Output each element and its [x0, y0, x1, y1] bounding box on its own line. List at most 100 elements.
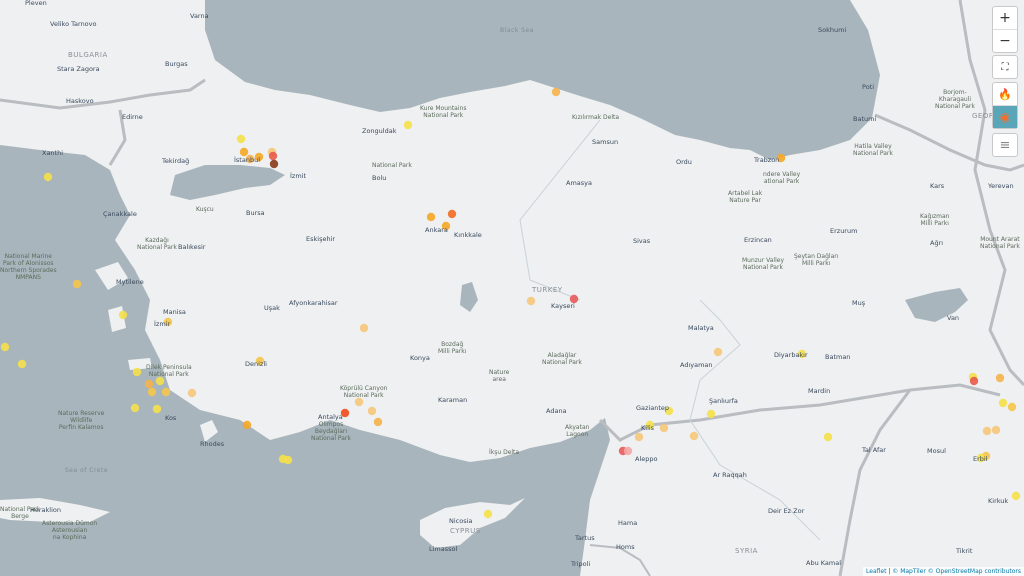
- fire-point[interactable]: [706, 409, 716, 419]
- city-label: Erbil: [973, 455, 988, 463]
- zoom-control: + −: [992, 6, 1018, 53]
- fire-point[interactable]: [823, 432, 833, 442]
- fire-point[interactable]: [147, 387, 157, 397]
- fire-point[interactable]: [144, 379, 154, 389]
- fire-point[interactable]: [403, 120, 413, 130]
- fire-point[interactable]: [359, 323, 369, 333]
- city-label: Antalya: [318, 413, 343, 421]
- city-label: Konya: [410, 354, 430, 362]
- fire-point[interactable]: [268, 151, 278, 161]
- fire-point[interactable]: [239, 147, 249, 157]
- fire-point[interactable]: [634, 432, 644, 442]
- osm-link[interactable]: © OpenStreetMap contributors: [928, 568, 1021, 575]
- city-label: Varna: [190, 12, 209, 20]
- park-label: Artabel Lak Nature Par: [728, 190, 763, 204]
- city-label: Haskovo: [66, 97, 94, 105]
- fire-point[interactable]: [242, 420, 252, 430]
- park-label: Kağızman Milli Parkı: [920, 213, 950, 227]
- fire-point[interactable]: [373, 417, 383, 427]
- city-label: Adıyaman: [680, 361, 713, 369]
- city-label: Abu Kamal: [806, 559, 842, 567]
- fire-point[interactable]: [155, 376, 165, 386]
- city-label: Sivas: [633, 237, 651, 245]
- fire-point[interactable]: [132, 367, 142, 377]
- hotspot-layer-button[interactable]: ◉: [993, 106, 1017, 128]
- fire-point[interactable]: [483, 509, 493, 519]
- fire-point[interactable]: [659, 423, 669, 433]
- fire-point[interactable]: [982, 426, 992, 436]
- city-label: Balıkesir: [178, 243, 206, 251]
- city-label: İzmir: [154, 320, 171, 328]
- country-label: SYRIA: [735, 547, 758, 555]
- city-label: Diyarbakır: [774, 351, 808, 359]
- fire-point[interactable]: [72, 279, 82, 289]
- fire-layer-button[interactable]: 🔥: [993, 83, 1017, 106]
- city-label: Çanakkale: [103, 210, 137, 218]
- leaflet-link[interactable]: Leaflet: [866, 568, 886, 575]
- fire-point[interactable]: [713, 347, 723, 357]
- layers-button[interactable]: ≡: [993, 134, 1017, 156]
- city-label: Pleven: [25, 0, 47, 7]
- city-label: Manisa: [163, 308, 186, 316]
- park-label: ndere Valley ational Park: [763, 171, 801, 185]
- fire-point[interactable]: [354, 397, 364, 407]
- city-label: Gaziantep: [636, 404, 670, 412]
- fire-point[interactable]: [152, 404, 162, 414]
- fire-point[interactable]: [118, 310, 128, 320]
- city-label: Sokhumi: [818, 26, 847, 34]
- park-label: Borjom- Kharagauli National Park: [935, 89, 975, 110]
- fire-point[interactable]: [623, 446, 633, 456]
- fire-point[interactable]: [236, 134, 246, 144]
- zoom-out-button[interactable]: −: [993, 30, 1017, 52]
- city-label: Ağrı: [930, 239, 944, 247]
- park-label: Asterousia Dûmon Asterousian na Kophina: [42, 520, 98, 541]
- city-label: Aleppo: [635, 455, 658, 463]
- fire-point[interactable]: [998, 398, 1008, 408]
- city-label: İzmit: [290, 172, 307, 180]
- park-label: Kuşcu: [196, 206, 214, 213]
- fire-point[interactable]: [1007, 402, 1017, 412]
- country-label: BULGARIA: [68, 51, 108, 59]
- city-label: Bursa: [246, 209, 265, 217]
- city-label: Poti: [862, 83, 875, 91]
- city-label: Uşak: [264, 304, 280, 312]
- zoom-in-button[interactable]: +: [993, 7, 1017, 30]
- fire-point[interactable]: [283, 455, 293, 465]
- fire-point[interactable]: [17, 359, 27, 369]
- park-label: Nature Reserve Wildlife Perfin Kalamos: [58, 410, 105, 431]
- fire-point[interactable]: [0, 342, 10, 352]
- fire-point[interactable]: [526, 296, 536, 306]
- park-label: Aladağlar National Park: [542, 352, 582, 366]
- fire-point[interactable]: [43, 172, 53, 182]
- city-label: Kars: [930, 182, 945, 190]
- park-label: Kure Mountains National Park: [420, 105, 467, 119]
- city-label: Ar Raqqah: [713, 471, 747, 479]
- city-label: Adana: [546, 407, 567, 415]
- layers-control: ≡: [992, 133, 1018, 157]
- fire-point[interactable]: [991, 425, 1001, 435]
- fire-point[interactable]: [447, 209, 457, 219]
- fullscreen-button[interactable]: ⛶: [993, 56, 1017, 78]
- fire-point[interactable]: [1011, 491, 1021, 501]
- city-label: Bolu: [372, 174, 387, 182]
- maptiler-link[interactable]: © MapTiler: [892, 568, 926, 575]
- city-label: Kirkuk: [988, 497, 1009, 505]
- fire-point[interactable]: [187, 388, 197, 398]
- fire-point[interactable]: [689, 431, 699, 441]
- park-label: Mount Ararat National Park: [980, 236, 1020, 250]
- fire-point[interactable]: [426, 212, 436, 222]
- fire-point[interactable]: [269, 159, 279, 169]
- park-label: Kazdağı National Park: [137, 237, 177, 251]
- fire-point[interactable]: [551, 87, 561, 97]
- attribution-bar: Leaflet | © MapTiler © OpenStreetMap con…: [863, 567, 1024, 576]
- city-label: Kilis: [641, 424, 655, 432]
- fire-point[interactable]: [130, 403, 140, 413]
- city-label: Hama: [618, 519, 638, 527]
- city-label: Mytilene: [116, 278, 144, 286]
- city-label: İstanbul: [234, 156, 261, 164]
- fire-point[interactable]: [367, 406, 377, 416]
- fire-point[interactable]: [161, 387, 171, 397]
- fire-point[interactable]: [969, 376, 979, 386]
- fire-point[interactable]: [995, 373, 1005, 383]
- city-label: Burgas: [165, 60, 188, 68]
